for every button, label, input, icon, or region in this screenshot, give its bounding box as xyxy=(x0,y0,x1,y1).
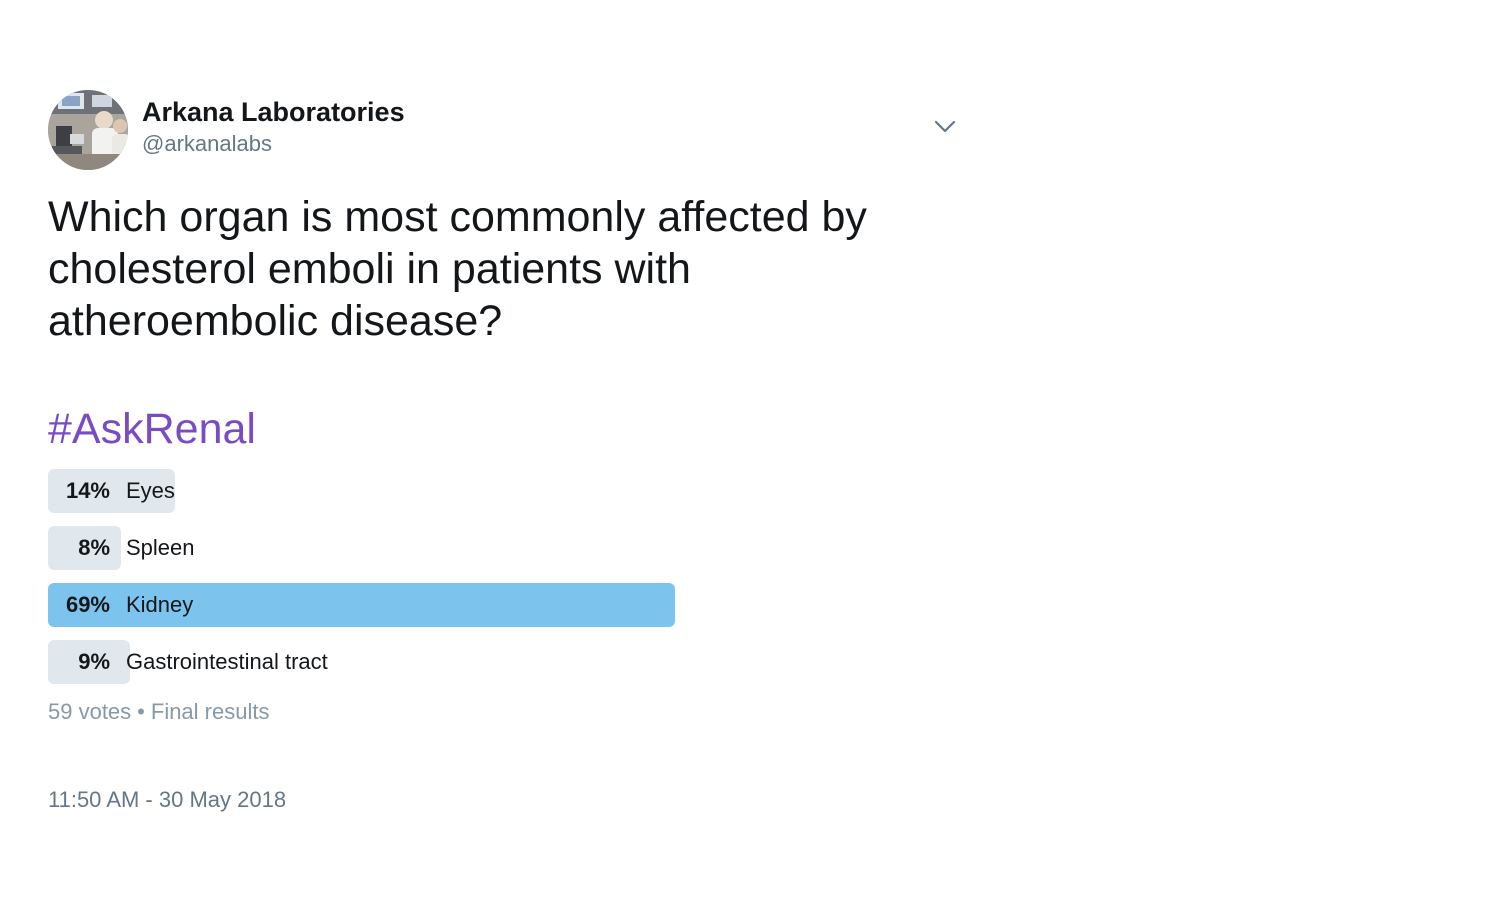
tweet: Arkana Laboratories @arkanalabs Which or… xyxy=(48,90,960,815)
poll-votes: 59 votes xyxy=(48,699,132,724)
hashtag-link[interactable]: #AskRenal xyxy=(48,403,960,455)
poll-percent: 14% xyxy=(65,478,110,503)
tweet-text: Which organ is most commonly affected by… xyxy=(48,193,867,345)
poll-meta: 59 votes • Final results xyxy=(48,697,960,727)
poll-choice-eyes: 14% Eyes xyxy=(48,469,676,513)
tweet-header: Arkana Laboratories @arkanalabs xyxy=(48,90,960,170)
poll-label: Spleen xyxy=(126,535,195,560)
poll-label: Eyes xyxy=(126,478,175,503)
avatar[interactable] xyxy=(48,90,128,170)
poll-choice-spleen: 8% Spleen xyxy=(48,526,676,570)
chevron-down-icon[interactable] xyxy=(933,118,957,134)
poll-percent: 69% xyxy=(65,592,110,617)
poll-status: Final results xyxy=(150,699,270,724)
meta-separator: • xyxy=(137,699,145,724)
poll-label: Kidney xyxy=(126,592,194,617)
poll-label: Gastrointestinal tract xyxy=(126,649,328,674)
author-block: Arkana Laboratories @arkanalabs xyxy=(142,95,405,159)
author-display-name[interactable]: Arkana Laboratories xyxy=(142,95,405,129)
author-handle[interactable]: @arkanalabs xyxy=(142,129,405,159)
poll-percent: 9% xyxy=(78,649,110,674)
poll: 14% Eyes 8% Spleen 69% Kidney 9% Gastroi… xyxy=(48,469,676,684)
poll-percent: 8% xyxy=(78,535,110,560)
poll-choice-gastrointestinal: 9% Gastrointestinal tract xyxy=(48,640,676,684)
avatar-photo xyxy=(48,90,128,170)
tweet-timestamp[interactable]: 11:50 AM - 30 May 2018 xyxy=(48,785,960,815)
poll-choice-kidney: 69% Kidney xyxy=(48,583,676,627)
